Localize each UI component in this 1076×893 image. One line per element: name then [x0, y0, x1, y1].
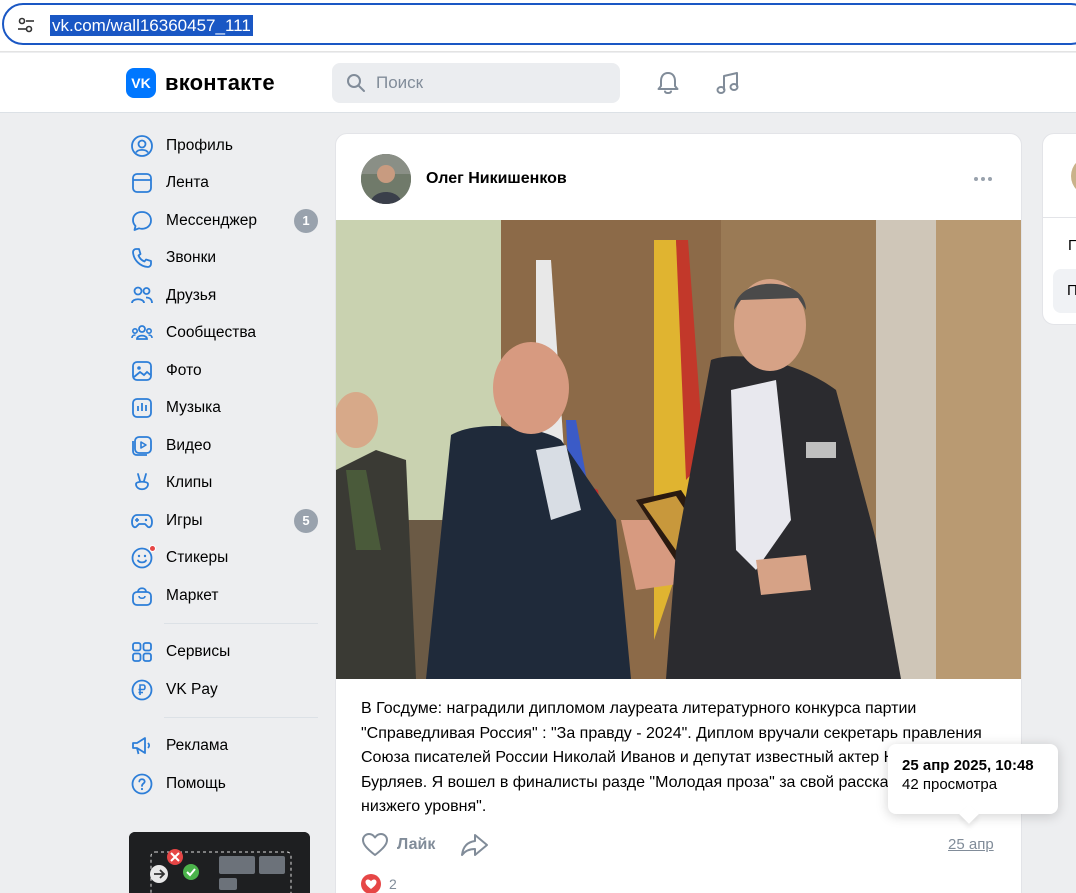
- sidebar-item-label: Профиль: [166, 136, 233, 154]
- bell-icon[interactable]: [654, 69, 682, 97]
- heart-icon: [362, 833, 388, 856]
- search-icon: [347, 74, 365, 92]
- url-field[interactable]: vk.com/wall16360457_111: [2, 3, 1076, 45]
- sidebar-item-video[interactable]: Видео: [128, 427, 320, 465]
- sidebar-item-music[interactable]: Музыка: [128, 390, 320, 428]
- sidebar-item-label: Звонки: [166, 249, 217, 267]
- sidebar-item-label: Видео: [166, 436, 212, 454]
- sidebar-item-label: Мессенджер: [166, 211, 258, 229]
- sidebar-item-stickers[interactable]: Стикеры: [128, 540, 320, 578]
- music-note-icon[interactable]: [714, 69, 742, 97]
- post-photo[interactable]: [336, 220, 1021, 679]
- sidebar-item-profile[interactable]: Профиль: [128, 127, 320, 165]
- sidebar-item-label: Маркет: [166, 586, 219, 604]
- sidebar-item-communities[interactable]: Сообщества: [128, 315, 320, 353]
- sidebar-item-calls[interactable]: Звонки: [128, 240, 320, 278]
- search-input[interactable]: [376, 63, 606, 103]
- vk-logo-icon[interactable]: VK: [126, 68, 156, 98]
- communities-icon: [131, 325, 153, 341]
- search-box[interactable]: [332, 63, 620, 103]
- reactions-summary[interactable]: 2: [361, 874, 397, 893]
- right-card-text: П: [1068, 237, 1076, 254]
- sidebar-item-photos[interactable]: Фото: [128, 352, 320, 390]
- sidebar-item-help[interactable]: Помощь: [128, 765, 320, 803]
- sidebar-item-label: Игры: [166, 511, 203, 529]
- right-side-card: П П: [1042, 133, 1076, 325]
- sidebar-item-clips[interactable]: Клипы: [128, 465, 320, 503]
- page-info-icon[interactable]: [16, 15, 36, 35]
- share-icon[interactable]: [460, 832, 490, 858]
- sidebar-item-label: VK Pay: [166, 680, 218, 698]
- ads-icon: [132, 737, 151, 755]
- feed-icon: [132, 173, 152, 194]
- like-label: Лайк: [397, 836, 436, 853]
- sidebar-item-label: Фото: [166, 361, 202, 379]
- tooltip-views: 42 просмотра: [902, 776, 998, 793]
- right-card-button-label: П: [1067, 282, 1076, 299]
- url-text[interactable]: vk.com/wall16360457_111: [50, 15, 253, 36]
- sidebar-item-label: Помощь: [166, 774, 226, 792]
- sidebar-item-label: Сообщества: [166, 324, 257, 342]
- friends-icon: [131, 286, 153, 304]
- market-icon: [132, 587, 152, 606]
- card-divider: [1043, 217, 1076, 218]
- music-icon: [132, 398, 152, 419]
- games-badge: 5: [294, 509, 318, 533]
- sidebar-item-messenger[interactable]: Мессенджер 1: [128, 202, 320, 240]
- sidebar-item-ads[interactable]: Реклама: [128, 728, 320, 766]
- unread-badge: 1: [294, 209, 318, 233]
- vk-header: VK вконтакте: [0, 53, 1076, 113]
- sidebar-item-label: Реклама: [166, 737, 229, 755]
- messenger-icon: [132, 210, 152, 231]
- sidebar-item-vkpay[interactable]: VK Pay: [128, 671, 320, 709]
- photo-icon: [132, 360, 152, 381]
- post-date-link[interactable]: 25 апр: [948, 836, 994, 853]
- vk-wordmark[interactable]: вконтакте: [165, 68, 275, 98]
- avatar[interactable]: [361, 154, 411, 204]
- profile-icon: [131, 134, 153, 157]
- notification-dot: [149, 545, 156, 553]
- sidebar-item-games[interactable]: Игры 5: [128, 502, 320, 540]
- post-author[interactable]: Олег Никишенков: [426, 170, 567, 188]
- sidebar-item-label: Стикеры: [166, 549, 229, 567]
- sidebar-item-friends[interactable]: Друзья: [128, 277, 320, 315]
- vkpay-icon: [131, 679, 153, 701]
- browser-address-bar: vk.com/wall16360457_111: [0, 0, 1076, 52]
- sidebar-item-feed[interactable]: Лента: [128, 165, 320, 203]
- services-icon: [132, 642, 152, 663]
- games-icon: [131, 513, 153, 528]
- promo-banner[interactable]: [129, 832, 310, 893]
- tooltip-datetime: 25 апр 2025, 10:48: [902, 757, 1034, 774]
- menu-divider: [164, 716, 318, 718]
- menu-divider: [164, 622, 318, 624]
- like-button[interactable]: Лайк: [361, 831, 435, 859]
- help-icon: [131, 773, 153, 795]
- right-card-button[interactable]: П: [1053, 269, 1076, 313]
- sidebar-item-label: Лента: [166, 174, 209, 192]
- heart-reaction-icon: [361, 874, 381, 893]
- left-menu: Профиль Лента Мессенджер 1 Звонки Друзья…: [128, 127, 320, 803]
- phone-icon: [132, 248, 152, 269]
- sidebar-item-label: Клипы: [166, 474, 213, 492]
- sidebar-item-label: Сервисы: [166, 643, 231, 661]
- sidebar-item-market[interactable]: Маркет: [128, 577, 320, 615]
- date-tooltip: 25 апр 2025, 10:48 42 просмотра: [888, 744, 1058, 824]
- sidebar-item-services[interactable]: Сервисы: [128, 634, 320, 672]
- sidebar-item-label: Друзья: [166, 286, 217, 304]
- stickers-icon: [130, 545, 156, 570]
- more-icon[interactable]: [972, 170, 994, 188]
- sidebar-item-label: Музыка: [166, 399, 221, 417]
- likes-count: 2: [389, 876, 397, 892]
- clips-icon: [135, 473, 149, 491]
- avatar[interactable]: [1071, 156, 1076, 196]
- video-icon: [132, 435, 152, 456]
